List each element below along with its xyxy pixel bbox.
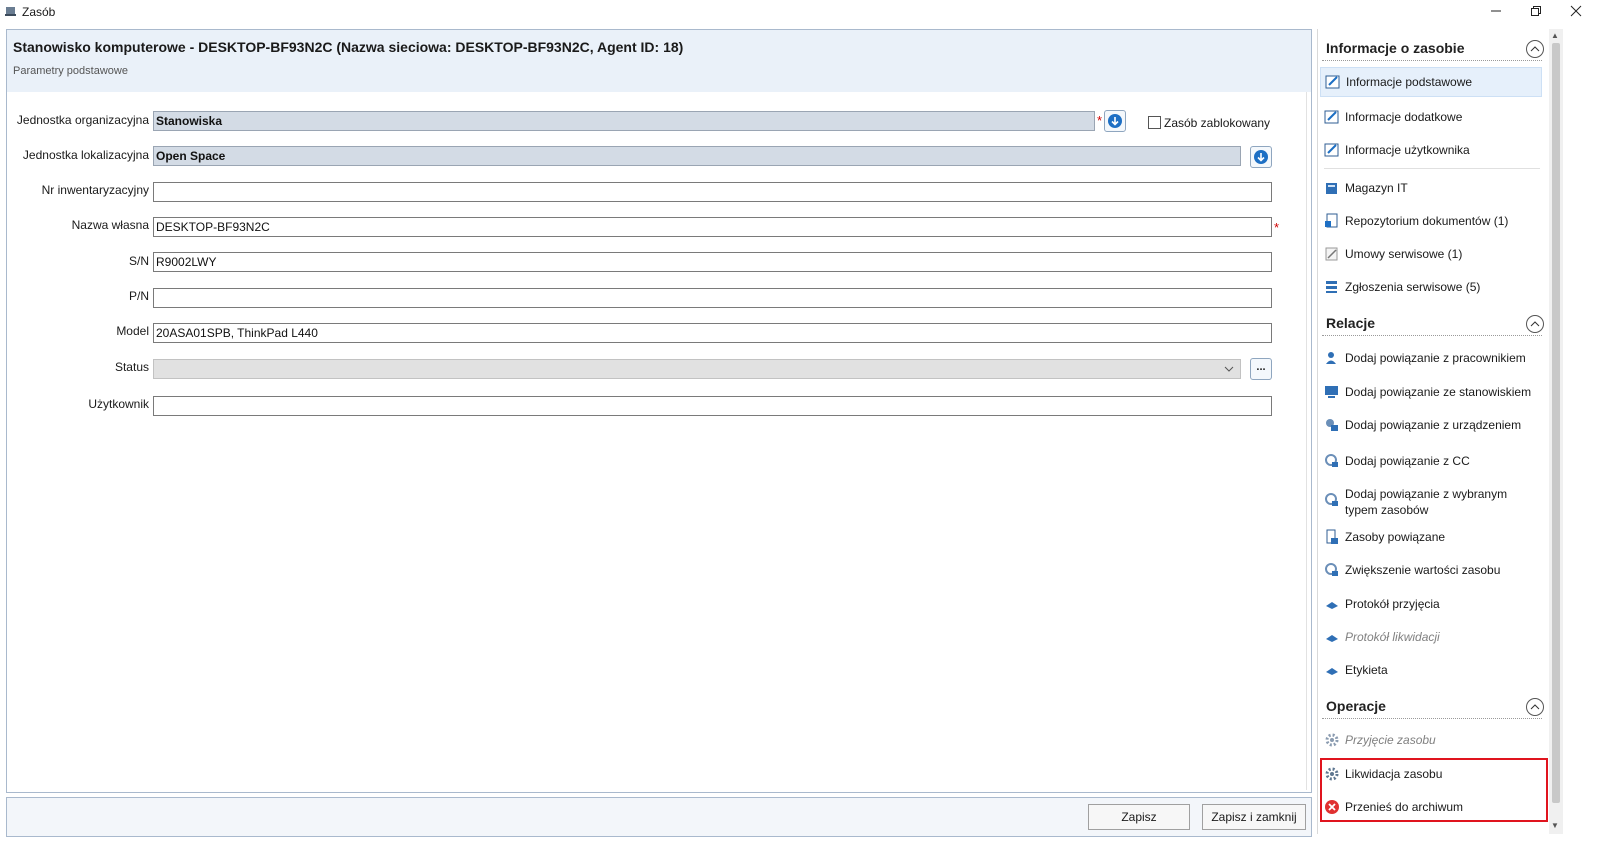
linked-resources-icon xyxy=(1326,529,1338,544)
save-button[interactable]: Zapisz xyxy=(1088,804,1190,830)
sidebar-item-warehouse[interactable]: Magazyn IT xyxy=(1320,180,1542,196)
org-unit-label: Jednostka organizacyjna xyxy=(16,113,149,127)
pn-label: P/N xyxy=(128,289,149,303)
restore-icon xyxy=(1531,6,1541,16)
edit-info-icon xyxy=(1324,110,1339,124)
edit-info-icon xyxy=(1325,75,1340,89)
close-icon xyxy=(1570,5,1582,17)
org-unit-required-marker: * xyxy=(1097,113,1103,128)
window-title: Zasób xyxy=(22,5,56,19)
user-field[interactable] xyxy=(153,396,1272,416)
minimize-icon xyxy=(1491,10,1501,12)
section-title: Informacje o zasobie xyxy=(1326,40,1465,56)
bottom-action-bar: Zapisz Zapisz i zamknij xyxy=(6,797,1312,837)
protocol-icon xyxy=(1326,602,1338,609)
arrow-down-circle-icon xyxy=(1254,150,1268,164)
chevron-down-icon xyxy=(1224,366,1234,372)
blocked-checkbox-label: Zasób zablokowany xyxy=(1164,116,1271,130)
device-link-icon xyxy=(1326,419,1338,431)
sidebar-item-documents[interactable]: Repozytorium dokumentów (1) xyxy=(1320,213,1542,229)
sidebar-item-link-cc[interactable]: Dodaj powiązanie z CC xyxy=(1320,453,1542,469)
user-label: Użytkownik xyxy=(88,397,149,411)
status-more-button[interactable]: ... xyxy=(1250,358,1272,380)
sidebar-separator xyxy=(1324,168,1540,169)
collapse-icon[interactable] xyxy=(1526,315,1544,333)
sidebar-item-link-resource-type[interactable]: Dodaj powiązanie z wybranym typem zasobó… xyxy=(1320,486,1542,518)
sidebar-item-service-contracts[interactable]: Umowy serwisowe (1) xyxy=(1320,246,1542,262)
sn-field[interactable] xyxy=(153,252,1272,272)
collapse-icon[interactable] xyxy=(1526,40,1544,58)
section-title: Relacje xyxy=(1326,315,1376,331)
collapse-icon[interactable] xyxy=(1526,698,1544,716)
sidebar-item-label[interactable]: Etykieta xyxy=(1320,662,1542,678)
own-name-field[interactable] xyxy=(153,217,1272,237)
resource-link-icon xyxy=(1325,493,1338,506)
loc-unit-field[interactable] xyxy=(153,146,1241,166)
form-subtitle: Parametry podstawowe xyxy=(13,65,128,77)
edit-info-icon xyxy=(1324,143,1339,157)
model-field[interactable] xyxy=(153,323,1272,343)
section-divider xyxy=(1322,335,1542,336)
org-unit-pick-button[interactable] xyxy=(1104,110,1126,132)
status-select[interactable] xyxy=(153,359,1241,379)
section-title: Operacje xyxy=(1326,698,1386,714)
sidebar-item-linked-resources[interactable]: Zasoby powiązane xyxy=(1320,529,1542,545)
model-label: Model xyxy=(116,324,149,338)
contract-icon xyxy=(1325,247,1338,261)
app-icon xyxy=(5,7,16,16)
loc-unit-label: Jednostka lokalizacyjna xyxy=(22,148,149,162)
loc-unit-pick-button[interactable] xyxy=(1250,146,1272,168)
sidebar-item-basic-info[interactable]: Informacje podstawowe xyxy=(1320,67,1542,97)
form-title: Stanowisko komputerowe - DESKTOP-BF93N2C… xyxy=(13,39,684,55)
section-divider xyxy=(1322,60,1542,61)
sidebar-item-link-employee[interactable]: Dodaj powiązanie z pracownikiem xyxy=(1320,350,1542,366)
pn-field[interactable] xyxy=(153,288,1272,308)
blocked-checkbox[interactable] xyxy=(1148,116,1161,129)
form-header: Stanowisko komputerowe - DESKTOP-BF93N2C… xyxy=(7,30,1311,92)
tickets-icon xyxy=(1326,281,1337,293)
own-name-label: Nazwa własna xyxy=(71,218,149,232)
minimize-button[interactable] xyxy=(1476,0,1516,22)
sidebar-scrollbar[interactable]: ▲ ▼ xyxy=(1549,29,1563,834)
section-operations[interactable]: Operacje xyxy=(1318,689,1546,719)
close-button[interactable] xyxy=(1556,0,1596,22)
section-divider xyxy=(1322,718,1542,719)
section-resource-info[interactable]: Informacje o zasobie xyxy=(1318,31,1546,61)
sidebar-item-additional-info[interactable]: Informacje dodatkowe xyxy=(1320,109,1542,125)
scroll-up-icon[interactable]: ▲ xyxy=(1551,31,1559,40)
org-unit-field[interactable] xyxy=(153,111,1095,131)
sidebar-item-service-tickets[interactable]: Zgłoszenia serwisowe (5) xyxy=(1320,279,1542,295)
documents-icon xyxy=(1325,213,1338,228)
highlight-box xyxy=(1320,758,1548,822)
protocol-icon xyxy=(1326,635,1338,642)
sidebar-item-user-info[interactable]: Informacje użytkownika xyxy=(1320,142,1542,158)
workstation-link-icon xyxy=(1325,386,1338,398)
inventory-no-label: Nr inwentaryzacyjny xyxy=(41,183,149,197)
section-relations[interactable]: Relacje xyxy=(1318,306,1546,336)
gear-icon xyxy=(1325,733,1339,747)
value-increase-icon xyxy=(1325,563,1338,576)
sidebar-item-liquidation-protocol[interactable]: Protokół likwidacji xyxy=(1320,629,1542,645)
user-link-icon xyxy=(1326,352,1336,364)
arrow-down-circle-icon xyxy=(1108,114,1122,128)
warehouse-icon xyxy=(1326,183,1337,194)
sidebar-item-value-increase[interactable]: Zwiększenie wartości zasobu xyxy=(1320,562,1542,578)
sn-label: S/N xyxy=(128,254,149,268)
save-close-button[interactable]: Zapisz i zamknij xyxy=(1202,804,1306,830)
resource-sidebar: Informacje o zasobie Informacje podstawo… xyxy=(1317,29,1547,834)
own-name-required-marker: * xyxy=(1274,220,1280,235)
scroll-down-icon[interactable]: ▼ xyxy=(1551,821,1559,830)
sidebar-item-link-workstation[interactable]: Dodaj powiązanie ze stanowiskiem xyxy=(1320,384,1542,400)
title-bar: Zasób xyxy=(0,0,1600,24)
inventory-no-field[interactable] xyxy=(153,182,1272,202)
sidebar-item-link-device[interactable]: Dodaj powiązanie z urządzeniem xyxy=(1320,417,1542,433)
sidebar-item-resource-acceptance[interactable]: Przyjęcie zasobu xyxy=(1320,732,1542,748)
scrollbar-thumb[interactable] xyxy=(1552,43,1560,803)
status-label: Status xyxy=(114,360,149,374)
restore-button[interactable] xyxy=(1516,0,1556,22)
main-form-panel: Stanowisko komputerowe - DESKTOP-BF93N2C… xyxy=(6,29,1312,793)
sidebar-item-acceptance-protocol[interactable]: Protokół przyjęcia xyxy=(1320,596,1542,612)
label-icon xyxy=(1326,668,1338,675)
cc-link-icon xyxy=(1325,454,1338,467)
